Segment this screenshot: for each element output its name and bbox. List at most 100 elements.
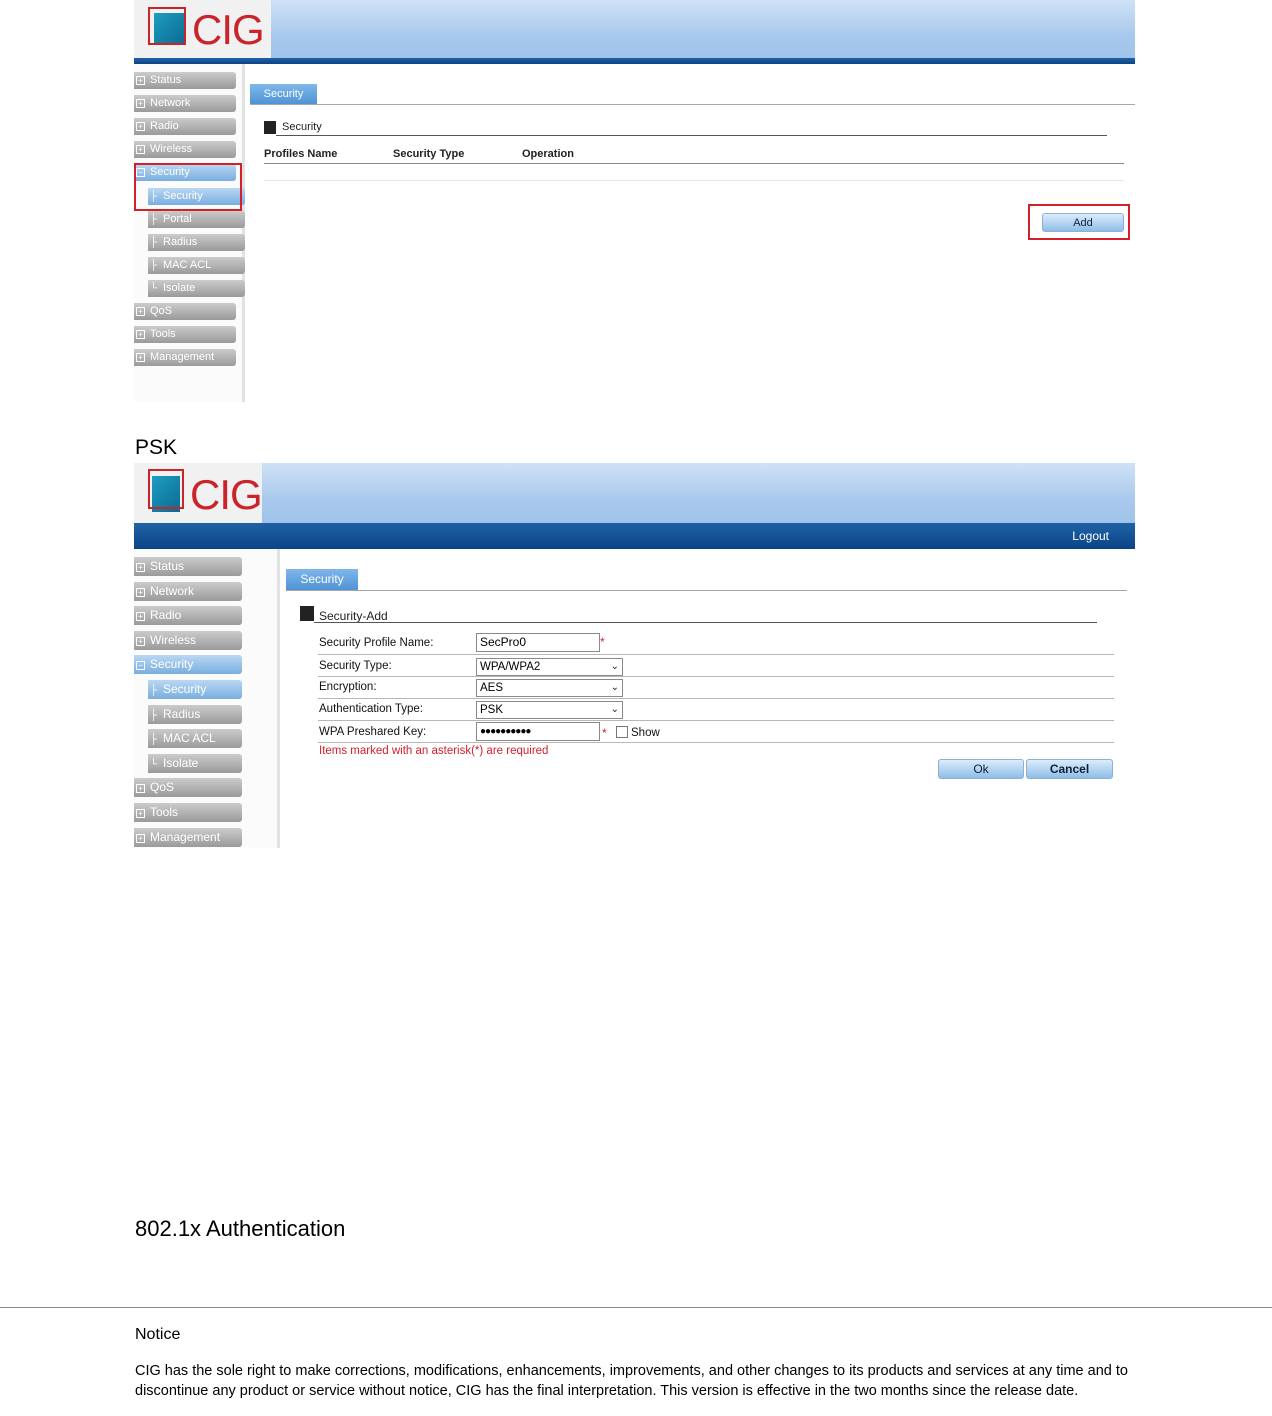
expand-icon: +: [136, 587, 145, 597]
expand-icon: +: [136, 809, 145, 818]
sidebar-item-label: MAC ACL: [163, 731, 216, 746]
sidebar: + Status + Network + Radio + Wireless − Security ├…: [134, 64, 245, 402]
tab-underline: [286, 590, 1127, 591]
screenshot-security-list: CIG + Status + Network + Radio + Wireless − Secur…: [134, 0, 1135, 402]
row-divider: [264, 180, 1124, 181]
show-label: Show: [631, 727, 660, 739]
sidebar-item-tools[interactable]: + Tools: [134, 803, 242, 822]
expand-icon: +: [136, 330, 145, 340]
tree-branch-icon: ├: [150, 734, 158, 746]
auth-heading: 802.1x Authentication: [135, 1216, 346, 1241]
tree-branch-icon: ├: [150, 213, 158, 225]
sidebar-item-label: QoS: [150, 780, 175, 795]
expand-icon: +: [136, 145, 145, 155]
column-security-type: Security Type: [393, 148, 465, 160]
sidebar-item-label: Management: [150, 829, 221, 844]
tab-security[interactable]: Security: [286, 569, 358, 590]
encryption-select[interactable]: AES ⌄: [476, 679, 623, 697]
section-marker-icon: [264, 121, 276, 134]
sidebar-item-radius-sub[interactable]: ├ Radius: [148, 233, 245, 251]
tree-branch-icon: └: [150, 282, 158, 294]
chevron-down-icon: ⌄: [610, 682, 619, 693]
sidebar-item-label: Tools: [150, 805, 179, 819]
sidebar-item-mac-acl-sub[interactable]: ├ MAC ACL: [148, 729, 242, 749]
form-row-divider: [318, 676, 1114, 677]
section-title: Security: [282, 121, 322, 133]
form-row-divider: [318, 698, 1114, 699]
logo-frame-icon: [148, 469, 184, 509]
sidebar-item-isolate-sub[interactable]: └ Isolate: [148, 279, 245, 297]
nav-bar: Logout: [134, 523, 1135, 549]
sidebar-item-security-sub[interactable]: ├ Security: [148, 680, 242, 699]
sidebar-item-portal-sub[interactable]: ├ Portal: [148, 210, 245, 228]
sidebar-item-wireless[interactable]: + Wireless: [134, 141, 236, 159]
sidebar-item-label: Isolate: [163, 281, 196, 294]
section-divider: [314, 622, 1097, 623]
column-operation: Operation: [522, 148, 574, 160]
encryption-label: Encryption:: [319, 681, 377, 693]
sidebar-item-status[interactable]: + Status: [134, 557, 242, 576]
notice-text: CIG has the sole right to make correctio…: [135, 1363, 1128, 1399]
add-button[interactable]: Add: [1042, 213, 1124, 232]
sidebar-item-qos[interactable]: + QoS: [134, 778, 242, 798]
security-type-select[interactable]: WPA/WPA2 ⌄: [476, 658, 623, 676]
required-asterisk: *: [602, 726, 607, 740]
sidebar-item-radio[interactable]: + Radio: [134, 606, 242, 626]
sidebar-item-label: Portal: [163, 212, 192, 225]
sidebar-item-label: MAC ACL: [163, 258, 212, 271]
encryption-value: AES: [480, 682, 504, 694]
sidebar-item-network[interactable]: + Network: [134, 95, 236, 113]
sidebar-item-label: Isolate: [163, 755, 199, 770]
auth-type-select[interactable]: PSK ⌄: [476, 701, 623, 719]
header-banner: CIG: [134, 0, 1135, 58]
expand-icon: +: [136, 76, 145, 85]
psk-input[interactable]: ●●●●●●●●●●: [476, 722, 600, 741]
profile-name-input[interactable]: SecPro0: [476, 633, 600, 652]
sidebar-item-label: Management: [150, 351, 215, 364]
sidebar-item-qos[interactable]: + QoS: [134, 303, 236, 320]
sidebar-item-radius-sub[interactable]: ├ Radius: [148, 704, 242, 724]
collapse-icon: −: [136, 661, 145, 671]
tab-underline: [250, 104, 1135, 105]
cancel-button[interactable]: Cancel: [1026, 759, 1113, 779]
sidebar-item-tools[interactable]: + Tools: [134, 326, 236, 344]
sidebar-item-status[interactable]: + Status: [134, 72, 236, 89]
header-banner: CIG: [134, 463, 1135, 523]
sidebar-item-label: Status: [150, 74, 182, 86]
logo-text: CIG: [192, 6, 265, 53]
sidebar-item-label: Security: [163, 682, 207, 696]
ok-button[interactable]: Ok: [938, 759, 1024, 779]
required-note: Items marked with an asterisk(*) are req…: [319, 745, 549, 757]
cig-logo: CIG: [134, 463, 263, 523]
profile-name-label: Security Profile Name:: [319, 637, 434, 649]
security-type-value: WPA/WPA2: [480, 661, 541, 673]
sidebar-item-mac-acl-sub[interactable]: ├ MAC ACL: [148, 256, 245, 274]
sidebar-item-label: QoS: [150, 305, 173, 317]
sidebar-item-management[interactable]: + Management: [134, 827, 242, 847]
logout-link[interactable]: Logout: [1072, 529, 1109, 543]
sidebar-item-radio[interactable]: + Radio: [134, 118, 236, 136]
expand-icon: +: [136, 784, 145, 794]
sidebar-item-label: Radio: [150, 608, 182, 623]
footer-divider: [0, 1307, 1272, 1308]
expand-icon: +: [136, 833, 145, 843]
sidebar-item-management[interactable]: + Management: [134, 349, 236, 367]
section-title: Security-Add: [319, 609, 388, 623]
sidebar-item-network[interactable]: + Network: [134, 581, 242, 601]
tab-security[interactable]: Security: [250, 84, 317, 104]
psk-label: WPA Preshared Key:: [319, 726, 427, 738]
form-row-divider: [318, 654, 1114, 655]
show-checkbox[interactable]: [616, 726, 628, 738]
psk-heading: PSK: [135, 436, 178, 459]
expand-icon: +: [136, 99, 145, 109]
sidebar-item-label: Security: [150, 657, 194, 672]
cig-logo: CIG: [134, 0, 271, 58]
tree-branch-icon: ├: [150, 236, 158, 248]
sidebar-item-isolate-sub[interactable]: └ Isolate: [148, 753, 242, 773]
expand-icon: +: [136, 612, 145, 622]
sidebar-item-label: Tools: [150, 328, 176, 341]
sidebar-item-label: Radio: [150, 120, 179, 133]
sidebar-item-wireless[interactable]: + Wireless: [134, 630, 242, 650]
sidebar-item-security[interactable]: − Security: [134, 655, 242, 675]
column-profiles-name: Profiles Name: [264, 148, 338, 160]
